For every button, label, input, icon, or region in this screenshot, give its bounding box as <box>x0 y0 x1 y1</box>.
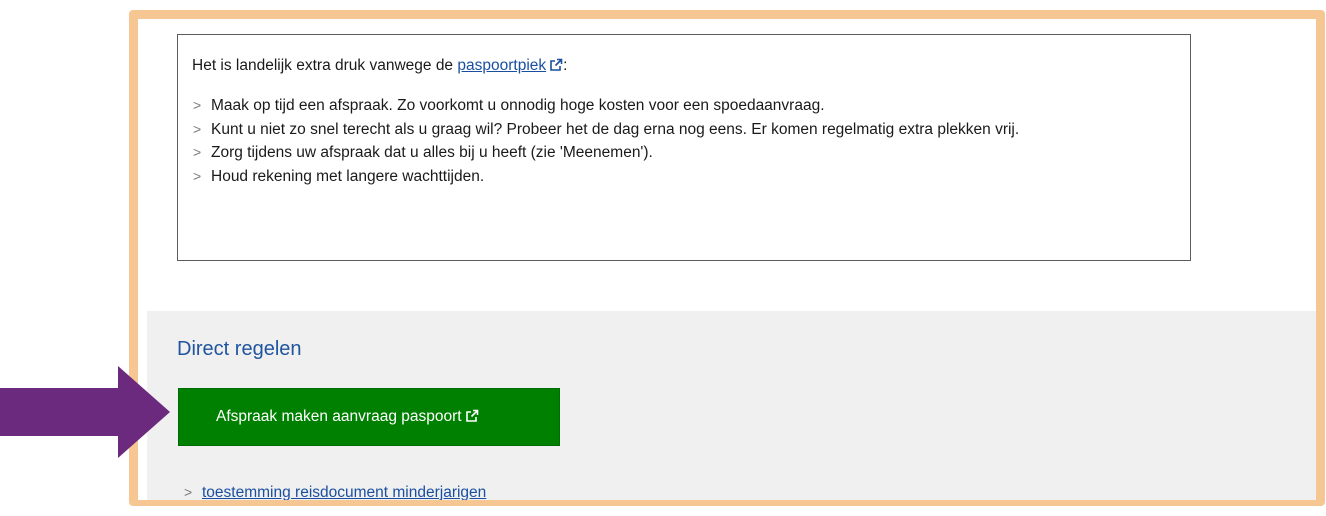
paspoortpiek-link[interactable]: paspoortpiek <box>457 57 546 74</box>
chevron-right-icon: > <box>193 144 202 160</box>
list-item: > Kunt u niet zo snel terecht als u graag… <box>193 118 1176 142</box>
toestemming-minderjarigen-link[interactable]: toestemming reisdocument minderjarigen <box>202 484 486 500</box>
list-item: > Zorg tijdens uw afspraak dat u alles bi… <box>193 141 1176 165</box>
notice-box: Het is landelijk extra druk vanwege de p… <box>177 34 1191 261</box>
notice-intro: Het is landelijk extra druk vanwege de p… <box>192 55 1176 77</box>
highlight-frame: Het is landelijk extra druk vanwege de p… <box>129 10 1325 506</box>
list-item-text: Kunt u niet zo snel terecht als u graag … <box>211 120 1020 138</box>
chevron-right-icon: > <box>193 167 202 184</box>
afspraak-maken-label: Afspraak maken aanvraag paspoort <box>216 408 462 425</box>
list-item: > Houd rekening met langere wachttijden. <box>193 165 1176 189</box>
list-item-text: Zorg tijdens uw afspraak dat u alles bij… <box>211 144 653 161</box>
notice-intro-text: Het is landelijk extra druk vanwege de <box>192 57 458 74</box>
chevron-right-icon: > <box>193 97 202 113</box>
arrow-right-icon <box>0 366 170 458</box>
external-link-icon <box>465 409 478 422</box>
list-item-text: Houd rekening met langere wachttijden. <box>211 167 485 185</box>
external-link-icon <box>550 58 563 71</box>
notice-intro-suffix: : <box>563 57 568 74</box>
list-item: > Maak op tijd een afspraak. Zo voorkomt … <box>193 94 1176 118</box>
direct-regelen-heading: Direct regelen <box>177 338 302 360</box>
afspraak-maken-button[interactable]: Afspraak maken aanvraag paspoort <box>178 388 560 446</box>
list-item-text: Maak op tijd een afspraak. Zo voorkomt u… <box>211 97 825 114</box>
chevron-right-icon: > <box>184 484 193 500</box>
notice-list: > Maak op tijd een afspraak. Zo voorkomt … <box>192 94 1176 188</box>
chevron-right-icon: > <box>193 120 202 137</box>
minderjarigen-link-row: > toestemming reisdocument minderjarigen <box>184 481 486 500</box>
